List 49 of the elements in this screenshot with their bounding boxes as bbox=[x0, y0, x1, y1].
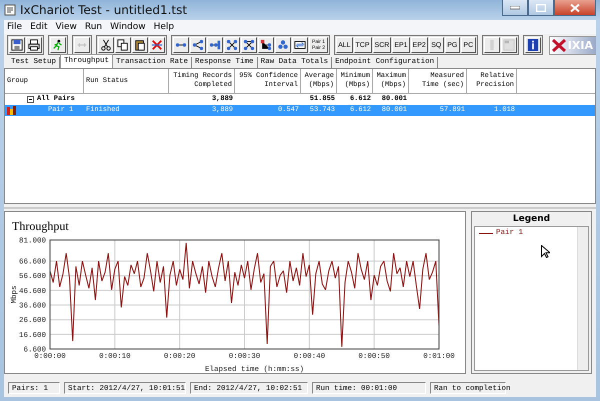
toolbar-button[interactable] bbox=[207, 37, 223, 53]
minimize-icon bbox=[510, 6, 520, 10]
minimize-button[interactable] bbox=[502, 0, 528, 16]
cluster-icon bbox=[277, 39, 289, 51]
toolbar-button[interactable] bbox=[275, 37, 291, 53]
copy-icon bbox=[117, 39, 129, 51]
multicast-icon bbox=[192, 39, 204, 51]
info-icon bbox=[526, 39, 539, 51]
mesh-icon bbox=[243, 39, 255, 51]
maximize-icon bbox=[536, 4, 546, 12]
print-icon bbox=[28, 39, 40, 51]
menu-item[interactable]: Help bbox=[154, 22, 174, 32]
swap-icon bbox=[294, 39, 306, 51]
save-icon bbox=[11, 39, 23, 51]
mesh-icon bbox=[226, 39, 238, 51]
menu-item[interactable]: Edit bbox=[30, 22, 48, 32]
maximize-button[interactable] bbox=[528, 0, 554, 16]
close-icon bbox=[570, 3, 580, 12]
pair-icon bbox=[7, 106, 16, 115]
toolbar-button[interactable] bbox=[292, 37, 308, 53]
toolbar-button[interactable] bbox=[173, 37, 189, 53]
menu-item[interactable]: Window bbox=[110, 22, 146, 32]
close-button[interactable] bbox=[554, 0, 596, 16]
toolbar-button[interactable] bbox=[224, 37, 240, 53]
scrollbar[interactable] bbox=[577, 227, 588, 370]
menu-item[interactable]: Run bbox=[84, 22, 102, 32]
window-title: IxChariot Test - untitled1.tst bbox=[20, 3, 188, 17]
menu-item[interactable]: File bbox=[7, 22, 22, 32]
menu-item[interactable]: View bbox=[56, 22, 77, 32]
mouse-cursor-icon bbox=[541, 245, 550, 258]
chart-title: Throughput bbox=[12, 219, 69, 233]
ixia-logo: IXIA bbox=[548, 36, 596, 54]
running-figure-icon bbox=[52, 39, 64, 51]
scissors-icon bbox=[100, 39, 112, 51]
toolbar-button[interactable] bbox=[149, 37, 165, 53]
paste-icon bbox=[134, 39, 146, 51]
app-icon bbox=[4, 4, 16, 16]
collapse-toggle[interactable] bbox=[27, 96, 34, 103]
toolbar-button[interactable] bbox=[190, 37, 206, 53]
toolbar-button[interactable] bbox=[115, 37, 131, 53]
toolbar-button[interactable] bbox=[26, 37, 42, 53]
toolbar-button[interactable] bbox=[132, 37, 148, 53]
toolbar-button[interactable] bbox=[258, 37, 274, 53]
toolbar-button[interactable] bbox=[9, 37, 25, 53]
panel-icon bbox=[502, 39, 515, 51]
delete-icon bbox=[151, 39, 163, 51]
toolbar-button[interactable] bbox=[241, 37, 257, 53]
legend-title: Legend bbox=[512, 213, 552, 226]
toolbar-button[interactable] bbox=[98, 37, 114, 53]
